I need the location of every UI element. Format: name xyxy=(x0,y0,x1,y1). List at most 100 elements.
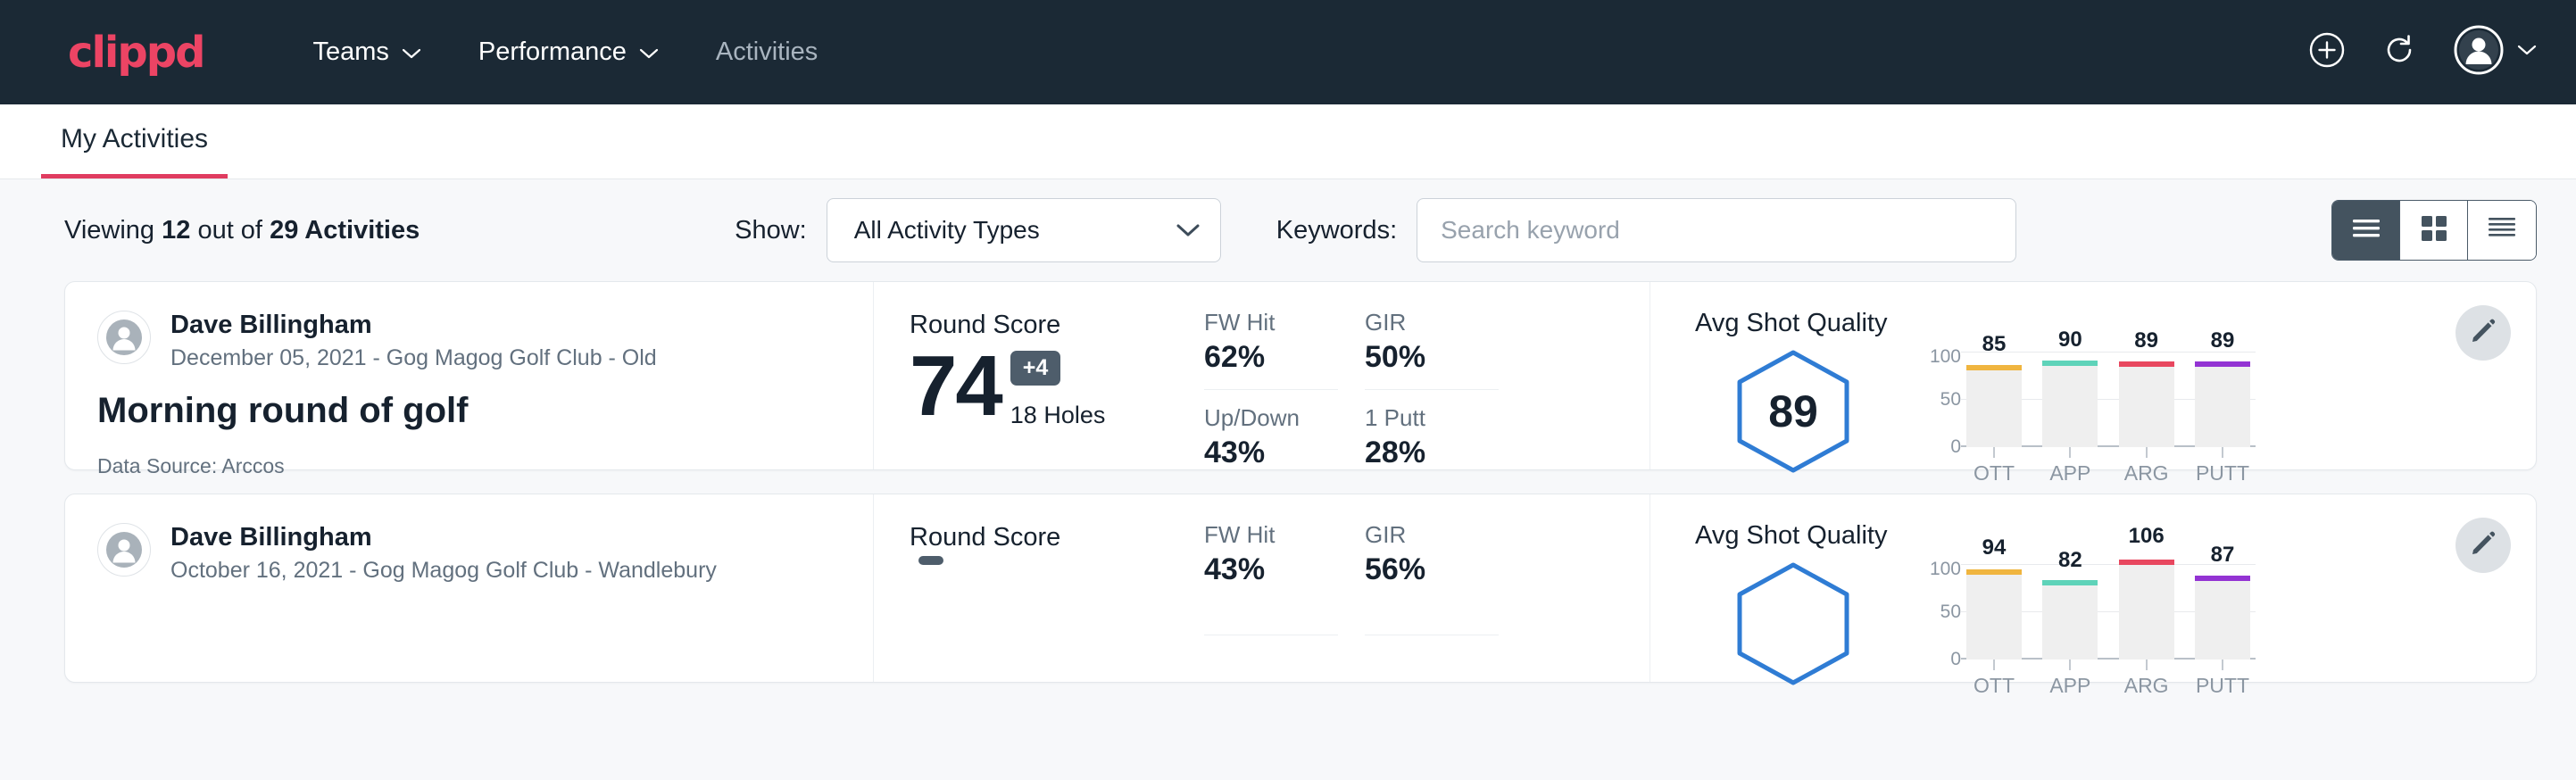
x-tick-putt: PUTT xyxy=(2195,461,2250,485)
avg-shot-quality-label: Avg Shot Quality xyxy=(1695,521,2536,551)
activity-title: Morning round of golf xyxy=(97,391,837,431)
shot-quality-chart: 100 50 0 94 xyxy=(1891,552,2256,698)
y-tick-0: 0 xyxy=(1950,650,1961,668)
main-nav: Teams Performance Activities xyxy=(284,37,846,67)
top-navigation-bar: clippd Teams Performance Activities xyxy=(0,0,2576,104)
chevron-down-icon xyxy=(2517,44,2537,61)
bar-arg-body xyxy=(2119,565,2174,660)
player-row: Dave Billingham December 05, 2021 - Gog … xyxy=(97,311,837,371)
stat-one-putt xyxy=(1365,650,1499,683)
x-tick-putt: PUTT xyxy=(2195,674,2250,698)
bar-ott: 85 xyxy=(1966,347,2022,447)
chart-y-axis: 100 50 0 xyxy=(1909,347,1961,447)
edit-activity-button[interactable] xyxy=(2456,305,2511,361)
nav-item-performance[interactable]: Performance xyxy=(450,37,687,67)
stats-grid: FW Hit 43% GIR 56% xyxy=(1204,494,1650,682)
bar-ott-body xyxy=(1966,575,2022,660)
y-tick-0: 0 xyxy=(1950,437,1961,456)
pencil-icon xyxy=(2470,530,2497,561)
activity-meta: December 05, 2021 - Gog Magog Golf Club … xyxy=(170,345,657,371)
tab-my-activities[interactable]: My Activities xyxy=(41,124,228,178)
x-tick-arg: ARG xyxy=(2119,461,2174,485)
x-tick-app: APP xyxy=(2042,461,2098,485)
viewing-total: 29 Activities xyxy=(270,216,420,245)
chart-plot-area: 94 82 106 xyxy=(1961,560,2256,660)
holes-played: 18 Holes xyxy=(1010,402,1106,429)
bar-ott: 94 xyxy=(1966,560,2022,660)
user-menu[interactable] xyxy=(2453,24,2537,80)
score-differential-badge xyxy=(918,556,943,565)
score-differential-badge: +4 xyxy=(1010,351,1061,386)
view-mode-grid-button[interactable] xyxy=(2400,201,2468,260)
activity-list: Dave Billingham December 05, 2021 - Gog … xyxy=(0,281,2576,683)
bar-putt: 89 xyxy=(2195,347,2250,447)
tab-bar: My Activities xyxy=(0,104,2576,179)
show-label: Show: xyxy=(735,216,807,245)
view-mode-compact-button[interactable] xyxy=(2468,201,2536,260)
bar-arg-value: 106 xyxy=(2119,524,2174,549)
y-tick-100: 100 xyxy=(1930,560,1961,578)
y-tick-50: 50 xyxy=(1940,390,1961,409)
stat-gir-label: GIR xyxy=(1365,309,1499,336)
x-tick-arg: ARG xyxy=(2119,674,2174,698)
viewing-prefix: Viewing xyxy=(64,216,154,245)
tab-my-activities-label: My Activities xyxy=(61,124,208,154)
activity-card[interactable]: Dave Billingham December 05, 2021 - Gog … xyxy=(64,281,2537,470)
edit-activity-button[interactable] xyxy=(2456,518,2511,573)
round-score-section: Round Score xyxy=(874,494,1204,682)
avg-shot-quality-section: Avg Shot Quality 89 100 50 0 xyxy=(1650,282,2536,469)
bar-app: 82 xyxy=(2042,560,2098,660)
bar-arg-value: 89 xyxy=(2119,328,2174,353)
chart-plot-area: 85 90 89 xyxy=(1961,347,2256,447)
activity-info: Dave Billingham December 05, 2021 - Gog … xyxy=(65,282,874,469)
quality-hexagon: 89 xyxy=(1695,340,1891,479)
nav-item-activities[interactable]: Activities xyxy=(687,37,846,67)
viewing-count: 12 xyxy=(162,216,190,245)
stat-up-down: Up/Down 43% xyxy=(1204,404,1338,470)
filter-controls: Show: All Activity Types Keywords: xyxy=(735,198,2016,262)
stat-up-down-value: 43% xyxy=(1204,436,1338,470)
list-view-icon xyxy=(2350,216,2382,245)
x-tick-ott: OTT xyxy=(1966,461,2022,485)
search-input[interactable] xyxy=(1417,198,2016,262)
stat-up-down-label: Up/Down xyxy=(1204,404,1338,432)
nav-item-activities-label: Activities xyxy=(716,37,818,67)
activity-type-select[interactable]: All Activity Types xyxy=(827,198,1221,262)
add-activity-button[interactable] xyxy=(2308,31,2346,73)
refresh-button[interactable] xyxy=(2381,32,2417,72)
chart-y-axis: 100 50 0 xyxy=(1909,560,1961,660)
bar-putt-body xyxy=(2195,581,2250,660)
player-row: Dave Billingham October 16, 2021 - Gog M… xyxy=(97,523,837,584)
bar-ott-value: 85 xyxy=(1966,332,2022,357)
avg-shot-quality-value: 89 xyxy=(1768,386,1818,437)
player-name: Dave Billingham xyxy=(170,523,717,552)
viewing-middle: out of xyxy=(197,216,262,245)
stat-gir-value: 56% xyxy=(1365,552,1499,587)
view-mode-list-button[interactable] xyxy=(2332,201,2400,260)
activity-card[interactable]: Dave Billingham October 16, 2021 - Gog M… xyxy=(64,494,2537,683)
keywords-label: Keywords: xyxy=(1276,216,1397,245)
bar-app-value: 82 xyxy=(2042,548,2098,573)
bar-putt-value: 89 xyxy=(2195,328,2250,353)
bar-ott-value: 94 xyxy=(1966,535,2022,560)
clippd-logo[interactable]: clippd xyxy=(68,28,204,78)
round-score-row: 74 +4 18 Holes xyxy=(910,344,1204,429)
round-score-value: 74 xyxy=(910,344,1001,429)
bar-putt-value: 87 xyxy=(2195,543,2250,568)
stat-fw-hit-value: 62% xyxy=(1204,340,1338,375)
x-tick-ott: OTT xyxy=(1966,674,2022,698)
quality-hexagon xyxy=(1695,552,1891,692)
nav-item-teams[interactable]: Teams xyxy=(284,37,449,67)
activity-meta: October 16, 2021 - Gog Magog Golf Club -… xyxy=(170,558,717,584)
stat-gir: GIR 50% xyxy=(1365,309,1499,390)
round-score-label: Round Score xyxy=(910,311,1204,340)
view-mode-toggle xyxy=(2331,200,2537,261)
activity-data-source: Data Source: Arccos xyxy=(97,454,837,478)
stat-fw-hit-label: FW Hit xyxy=(1204,521,1338,549)
refresh-icon xyxy=(2381,32,2417,72)
round-score-section: Round Score 74 +4 18 Holes xyxy=(874,282,1204,469)
bar-arg-body xyxy=(2119,367,2174,447)
y-tick-50: 50 xyxy=(1940,602,1961,621)
grid-view-icon xyxy=(2419,213,2449,248)
bar-app-value: 90 xyxy=(2042,328,2098,353)
